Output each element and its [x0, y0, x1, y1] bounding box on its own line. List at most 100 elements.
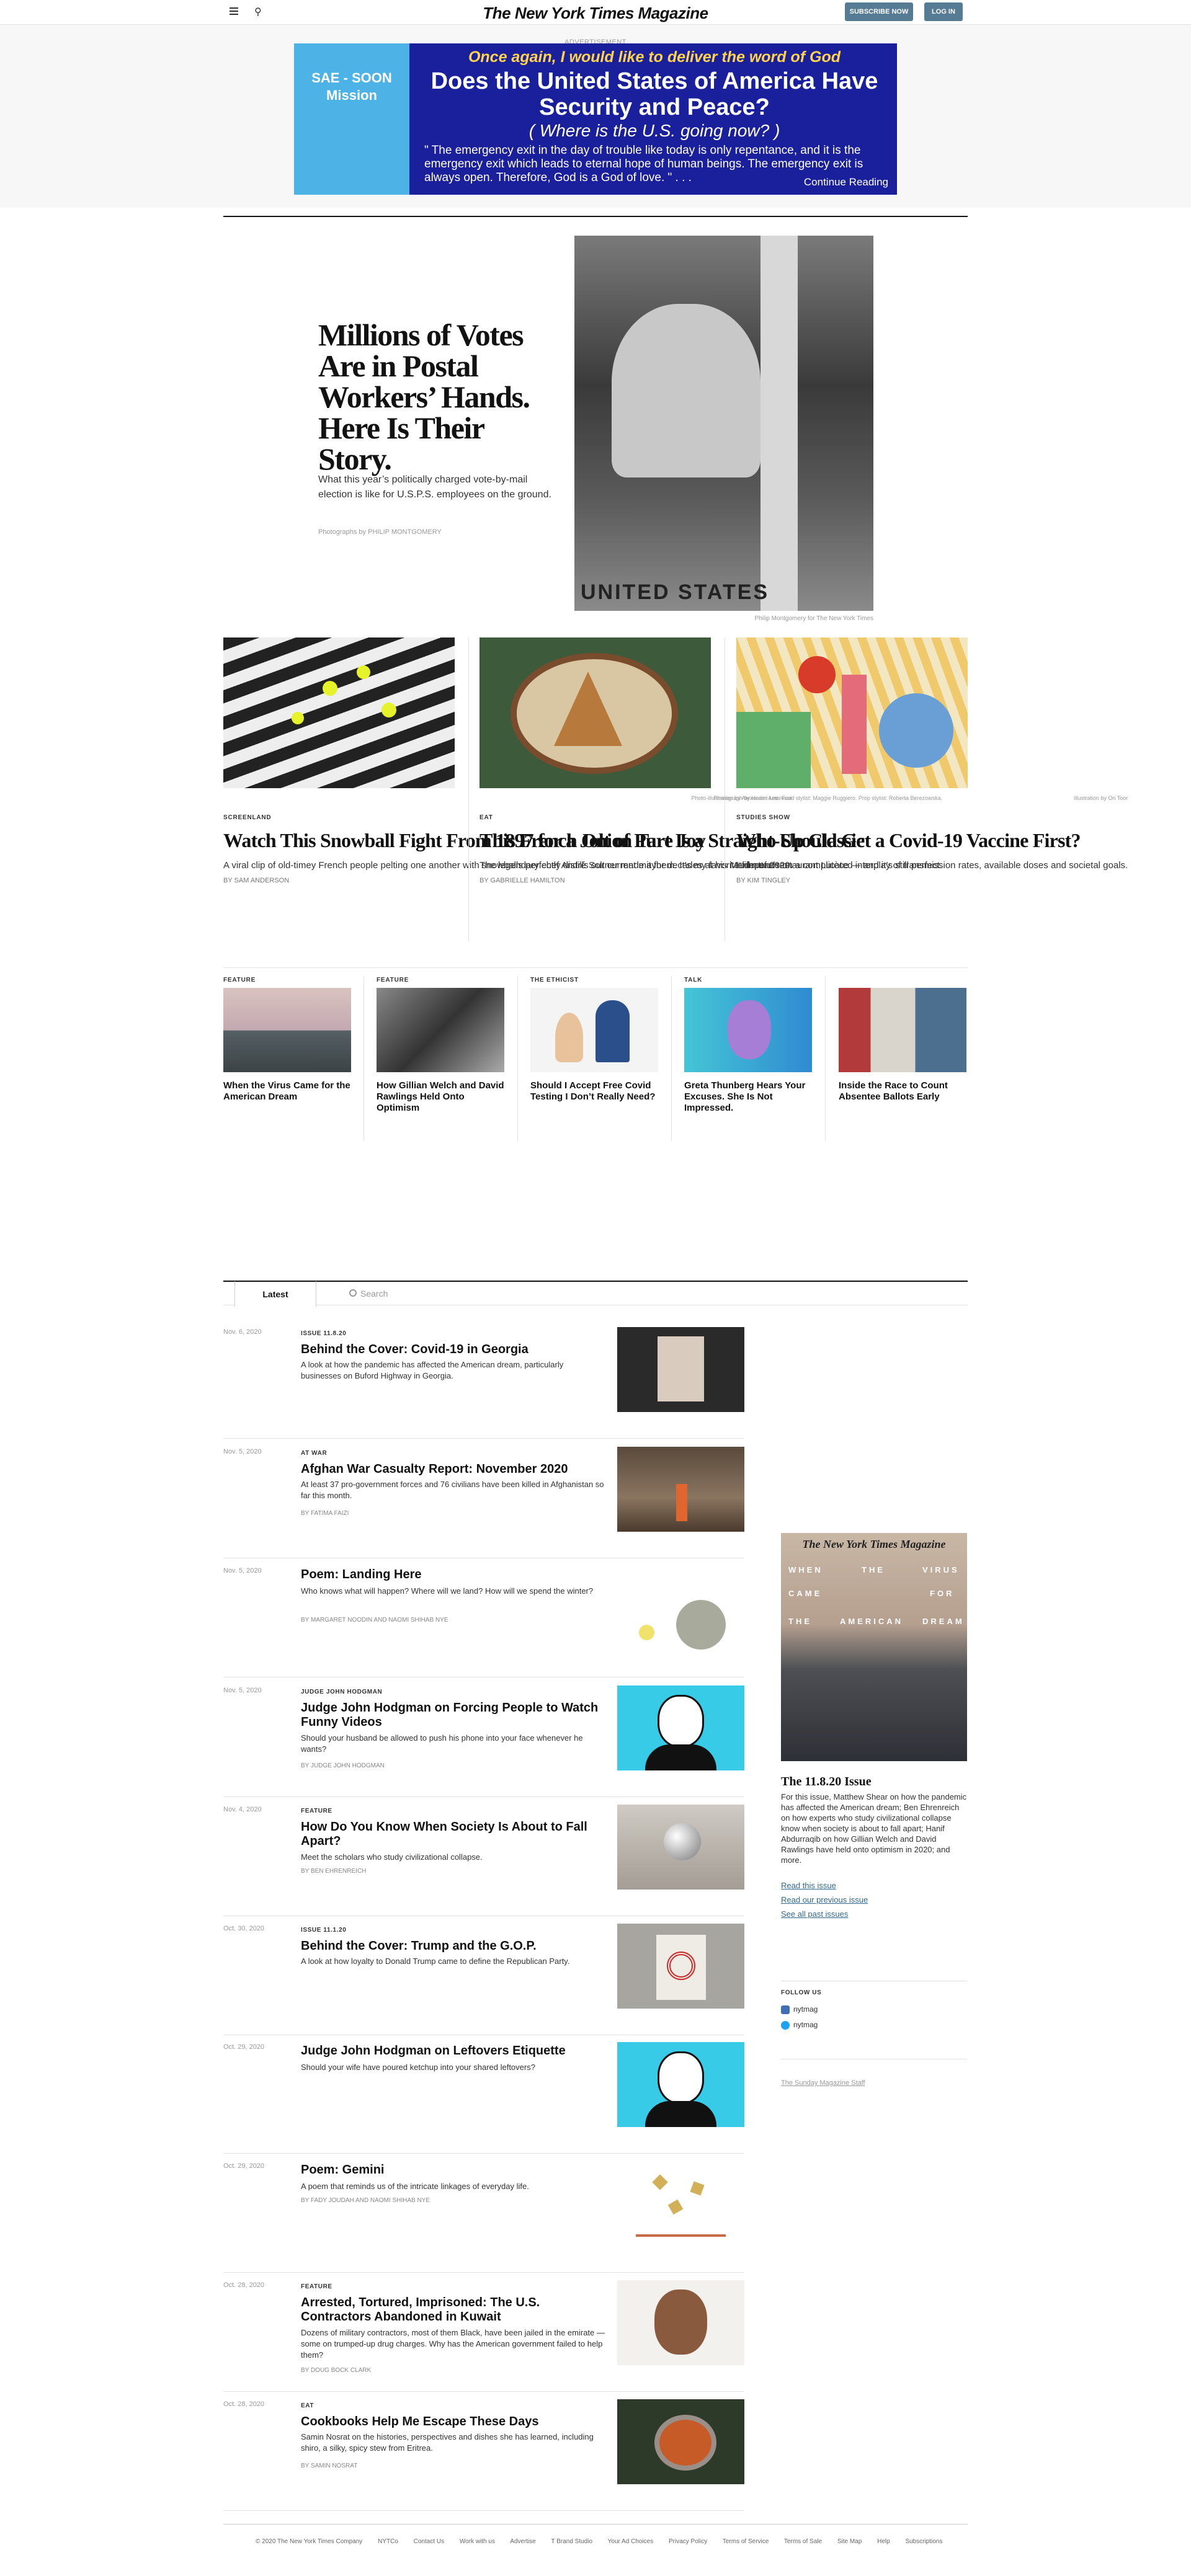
- search-placeholder: Search: [360, 1289, 388, 1299]
- strip-image[interactable]: [223, 988, 351, 1072]
- strip-title[interactable]: Greta Thunberg Hears Your Excuses. She I…: [684, 1080, 812, 1114]
- footer-link[interactable]: Your Ad Choices: [608, 2538, 654, 2545]
- footer-copyright: © 2020 The New York Times Company: [256, 2538, 363, 2545]
- item-title[interactable]: Behind the Cover: Covid-19 in Georgia: [301, 1343, 605, 1357]
- strip-item[interactable]: TALK Greta Thunberg Hears Your Excuses. …: [684, 977, 812, 1114]
- list-item[interactable]: Nov. 5, 2020 JUDGE JOHN HODGMAN Judge Jo…: [223, 1686, 744, 1797]
- strip-image[interactable]: [839, 988, 966, 1072]
- footer-link[interactable]: T Brand Studio: [551, 2538, 592, 2545]
- twitter-link[interactable]: nytmag: [781, 2020, 818, 2030]
- read-this-issue-link[interactable]: Read this issue: [781, 1881, 836, 1890]
- footer-link[interactable]: Site Map: [837, 2538, 862, 2545]
- item-title[interactable]: Judge John Hodgman on Forcing People to …: [301, 1701, 605, 1730]
- card-kicker[interactable]: STUDIES SHOW: [736, 814, 1128, 821]
- section-rule: [223, 216, 968, 217]
- onion-tart-image[interactable]: [480, 637, 711, 788]
- tab-latest[interactable]: Latest: [234, 1281, 316, 1307]
- strip-kicker[interactable]: FEATURE: [377, 977, 504, 988]
- item-kicker[interactable]: FEATURE: [301, 2283, 332, 2290]
- footer-link[interactable]: Privacy Policy: [669, 2538, 707, 2545]
- item-byline: By MARGARET NOODIN and NAOMI SHIHAB NYE: [301, 1617, 448, 1623]
- issue-title[interactable]: The 11.8.20 Issue: [781, 1775, 872, 1789]
- strip-item[interactable]: Inside the Race to Count Absentee Ballot…: [839, 977, 966, 1103]
- item-title[interactable]: Cookbooks Help Me Escape These Days: [301, 2415, 605, 2429]
- footer-link[interactable]: Terms of Sale: [784, 2538, 822, 2545]
- item-thumbnail[interactable]: [617, 1447, 744, 1532]
- list-item[interactable]: Oct. 28, 2020 EAT Cookbooks Help Me Esca…: [223, 2399, 744, 2511]
- item-kicker[interactable]: ISSUE 11.1.20: [301, 1927, 346, 1934]
- advertisement-banner[interactable]: SAE - SOON Mission Once again, I would l…: [294, 43, 897, 195]
- list-item[interactable]: Nov. 5, 2020 Poem: Landing Here Who know…: [223, 1566, 744, 1677]
- previous-issue-link[interactable]: Read our previous issue: [781, 1895, 868, 1904]
- past-issues-link[interactable]: See all past issues: [781, 1909, 848, 1919]
- item-kicker[interactable]: JUDGE JOHN HODGMAN: [301, 1689, 382, 1695]
- list-item[interactable]: Nov. 5, 2020 AT WAR Afghan War Casualty …: [223, 1447, 744, 1558]
- footer-link[interactable]: Advertise: [510, 2538, 536, 2545]
- login-button[interactable]: Log In: [924, 2, 963, 21]
- strip-item[interactable]: FEATURE When the Virus Came for the Amer…: [223, 977, 351, 1103]
- footer-link[interactable]: NYTCo: [378, 2538, 398, 2545]
- item-kicker[interactable]: AT WAR: [301, 1450, 327, 1457]
- item-thumbnail[interactable]: [617, 2280, 744, 2365]
- strip-image[interactable]: [377, 988, 504, 1072]
- item-thumbnail[interactable]: [617, 2399, 744, 2484]
- item-kicker[interactable]: EAT: [301, 2402, 314, 2409]
- hero-image[interactable]: UNITED STATES: [574, 236, 873, 611]
- ad-continue-link[interactable]: Continue Reading: [804, 176, 888, 189]
- strip-title[interactable]: How Gillian Welch and David Rawlings Hel…: [377, 1080, 504, 1114]
- footer-link[interactable]: Subscriptions: [905, 2538, 942, 2545]
- item-summary: Samin Nosrat on the histories, perspecti…: [301, 2432, 594, 2453]
- item-title[interactable]: Afghan War Casualty Report: November 202…: [301, 1462, 605, 1477]
- strip-kicker[interactable]: TALK: [684, 977, 812, 988]
- vaccine-illustration[interactable]: [736, 637, 968, 788]
- strip-title[interactable]: Should I Accept Free Covid Testing I Don…: [530, 1080, 658, 1103]
- item-title[interactable]: Judge John Hodgman on Leftovers Etiquett…: [301, 2044, 605, 2058]
- item-summary: Who knows what will happen? Where will w…: [301, 1586, 594, 1596]
- item-title[interactable]: Behind the Cover: Trump and the G.O.P.: [301, 1939, 605, 1953]
- top-bar: ⚲ The New York Times Magazine Subscribe …: [0, 0, 1191, 25]
- hero-headline[interactable]: Millions of Votes Are in Postal Workers’…: [318, 319, 554, 474]
- footer-link[interactable]: Contact Us: [414, 2538, 444, 2545]
- strip-image[interactable]: [530, 988, 658, 1072]
- staff-link[interactable]: The Sunday Magazine Staff: [781, 2079, 865, 2087]
- item-title[interactable]: Poem: Landing Here: [301, 1568, 605, 1582]
- item-thumbnail[interactable]: [617, 1805, 744, 1890]
- list-item[interactable]: Oct. 29, 2020 Judge John Hodgman on Left…: [223, 2042, 744, 2154]
- item-thumbnail[interactable]: [617, 1327, 744, 1412]
- strip-kicker[interactable]: FEATURE: [223, 977, 351, 988]
- masthead-logo[interactable]: The New York Times Magazine: [0, 4, 1191, 23]
- list-item[interactable]: Nov. 4, 2020 FEATURE How Do You Know Whe…: [223, 1805, 744, 1916]
- subscribe-button[interactable]: Subscribe Now: [845, 2, 913, 21]
- item-kicker[interactable]: ISSUE 11.8.20: [301, 1330, 346, 1337]
- strip-item[interactable]: FEATURE How Gillian Welch and David Rawl…: [377, 977, 504, 1114]
- feature-card[interactable]: Illustration by Ori Toor STUDIES SHOW Wh…: [736, 637, 1128, 884]
- strip-image[interactable]: [684, 988, 812, 1072]
- footer-link[interactable]: Help: [877, 2538, 890, 2545]
- column-divider: [517, 977, 518, 1141]
- footer-link[interactable]: Work with us: [460, 2538, 495, 2545]
- instagram-link[interactable]: nytmag: [781, 2005, 818, 2014]
- item-kicker[interactable]: FEATURE: [301, 1808, 332, 1814]
- list-item[interactable]: Nov. 6, 2020 ISSUE 11.8.20 Behind the Co…: [223, 1327, 744, 1439]
- list-item[interactable]: Oct. 29, 2020 Poem: Gemini A poem that r…: [223, 2161, 744, 2273]
- item-thumbnail[interactable]: [617, 1566, 744, 1651]
- list-item[interactable]: Oct. 30, 2020 ISSUE 11.1.20 Behind the C…: [223, 1924, 744, 2035]
- item-title[interactable]: How Do You Know When Society Is About to…: [301, 1820, 605, 1849]
- card-title[interactable]: Who Should Get a Covid-19 Vaccine First?: [736, 830, 1128, 851]
- strip-title[interactable]: Inside the Race to Count Absentee Ballot…: [839, 1080, 966, 1103]
- magazine-cover[interactable]: The New York Times Magazine WHEN THE VIR…: [781, 1533, 967, 1761]
- item-date: Nov. 5, 2020: [223, 1687, 262, 1694]
- item-title[interactable]: Arrested, Tortured, Imprisoned: The U.S.…: [301, 2296, 605, 2324]
- search-input[interactable]: Search: [344, 1282, 968, 1307]
- strip-kicker[interactable]: THE ETHICIST: [530, 977, 658, 988]
- item-title[interactable]: Poem: Gemini: [301, 2163, 605, 2177]
- snowball-image[interactable]: [223, 637, 455, 788]
- item-thumbnail[interactable]: [617, 1924, 744, 2009]
- footer-link[interactable]: Terms of Service: [723, 2538, 769, 2545]
- strip-title[interactable]: When the Virus Came for the American Dre…: [223, 1080, 351, 1103]
- item-thumbnail[interactable]: [617, 2161, 744, 2246]
- item-thumbnail[interactable]: [617, 2042, 744, 2127]
- list-item[interactable]: Oct. 28, 2020 FEATURE Arrested, Tortured…: [223, 2280, 744, 2392]
- strip-item[interactable]: THE ETHICIST Should I Accept Free Covid …: [530, 977, 658, 1103]
- item-thumbnail[interactable]: [617, 1686, 744, 1770]
